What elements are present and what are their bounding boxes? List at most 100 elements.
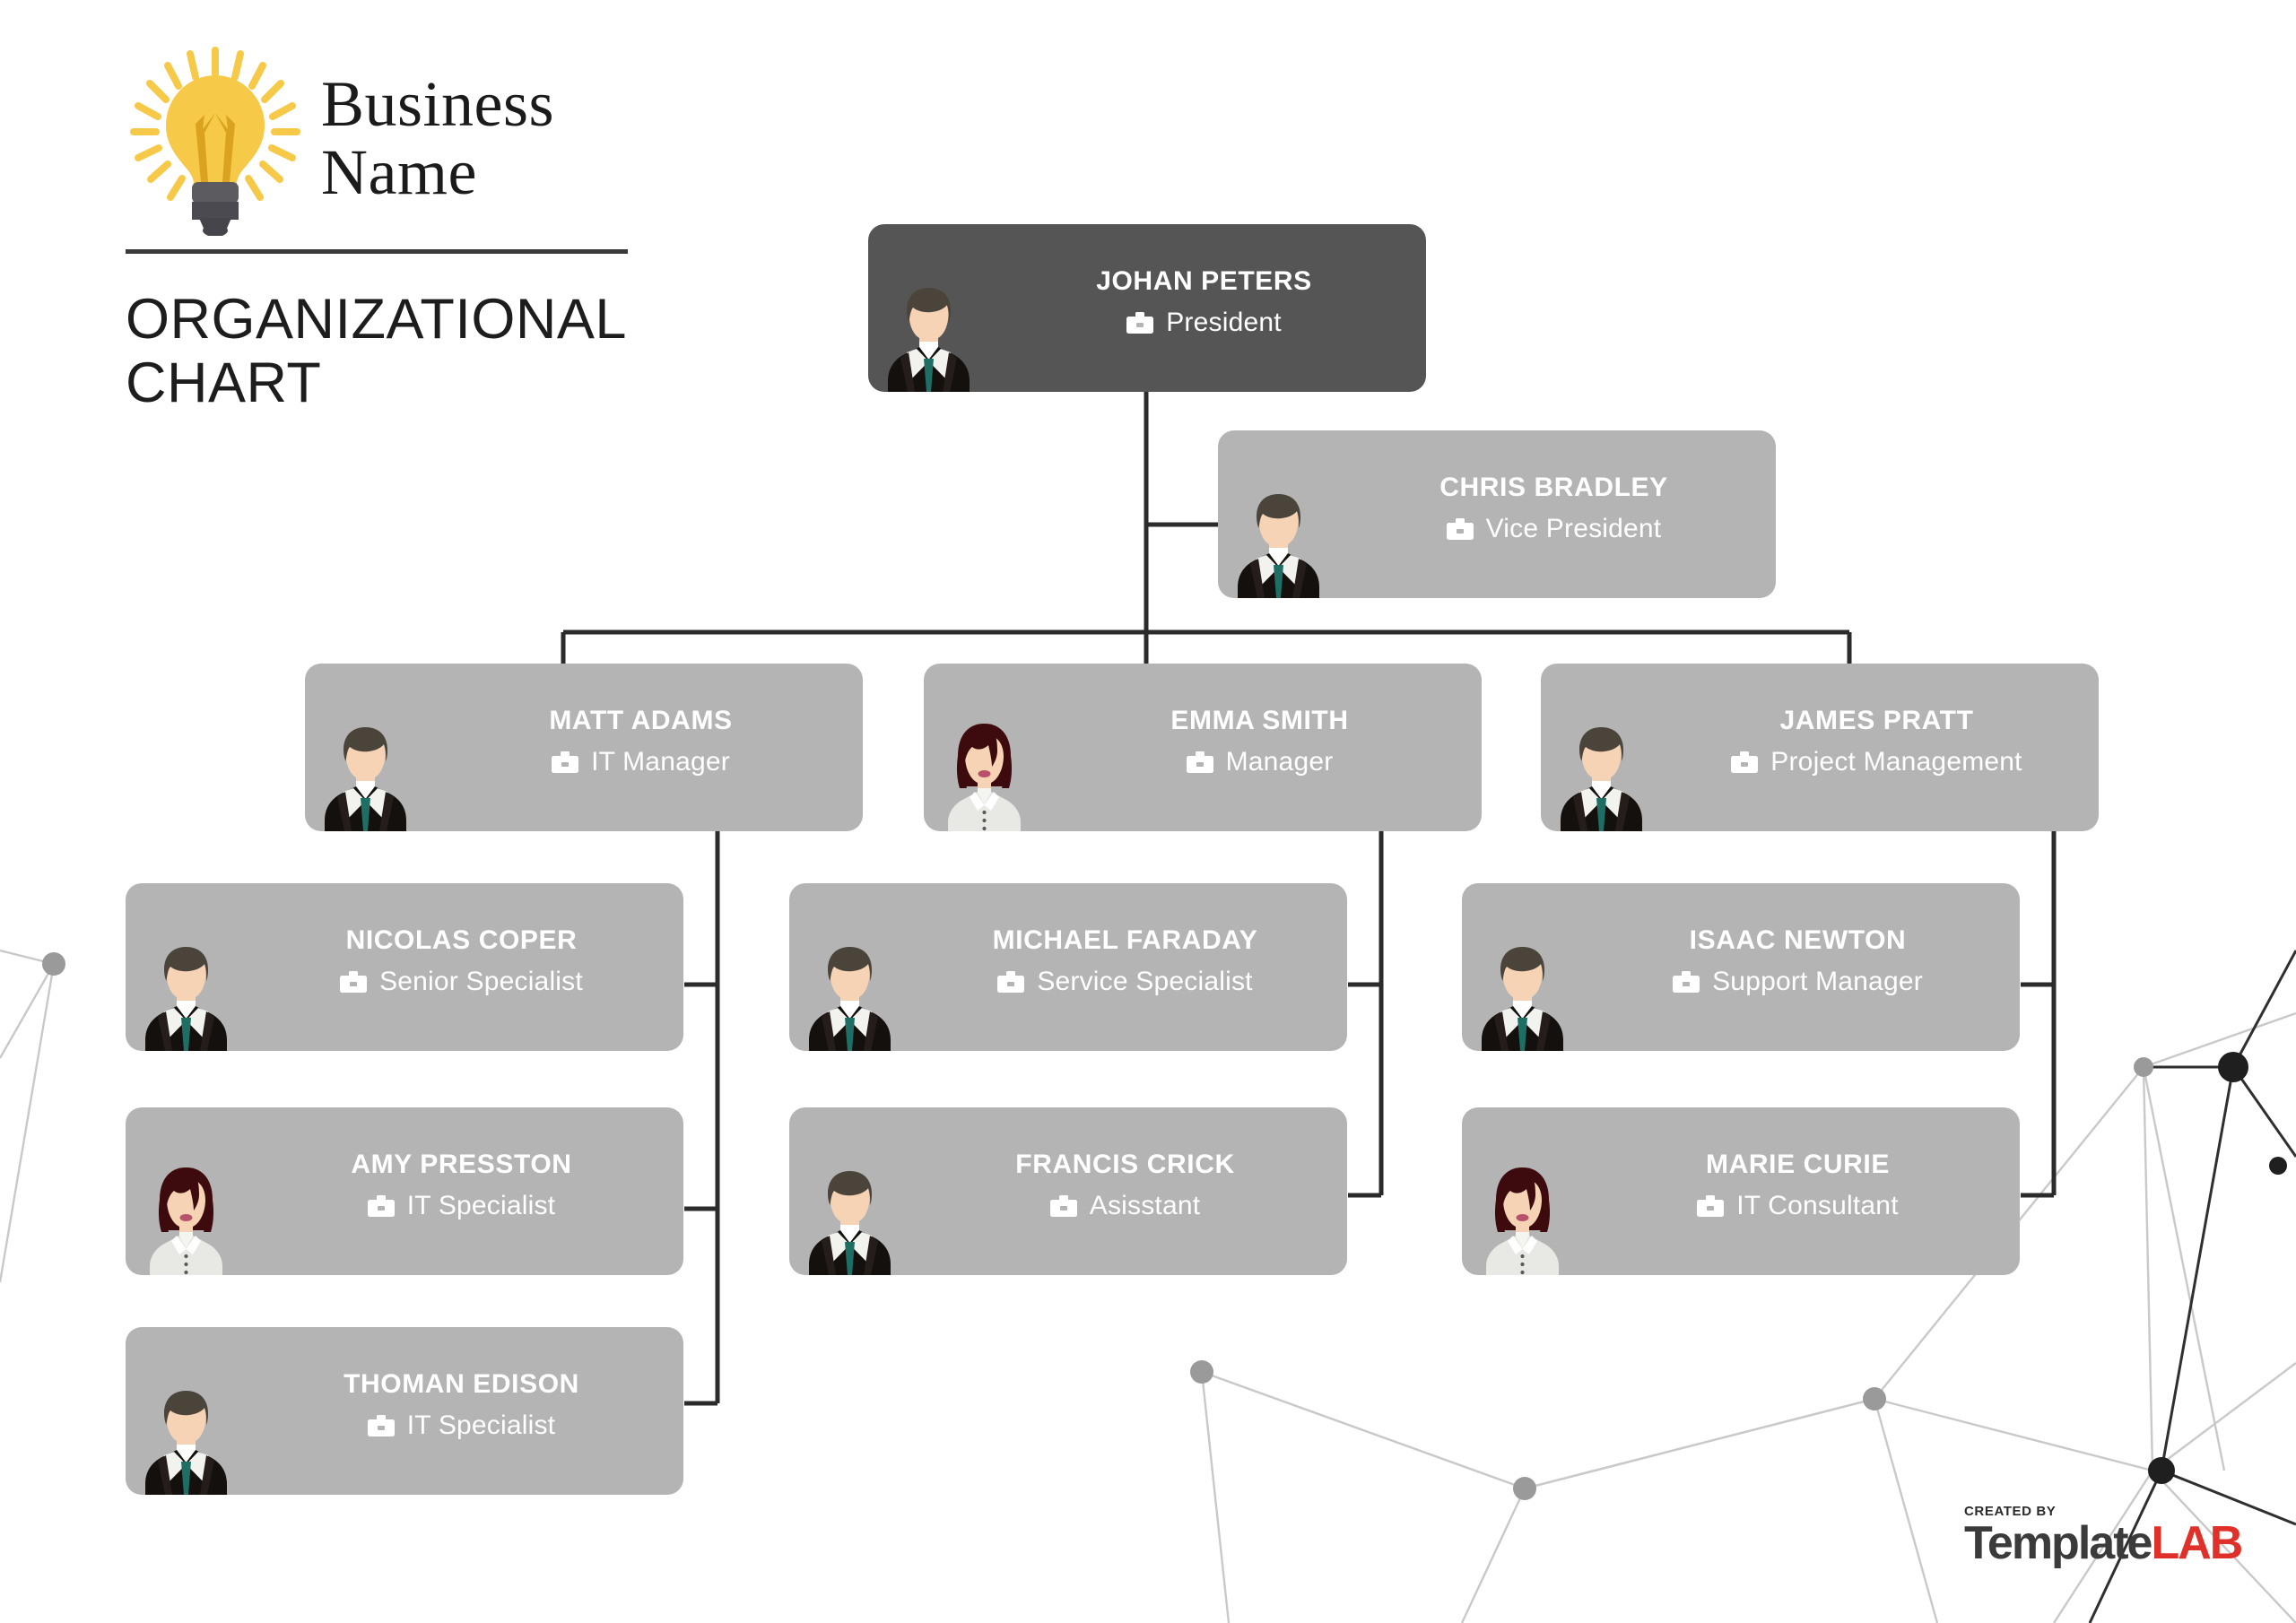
- avatar-male: [1462, 883, 1583, 1051]
- briefcase-icon: [1446, 517, 1474, 540]
- avatar-female-icon: [948, 724, 1021, 831]
- org-node-content: EMMA SMITH Manager: [1045, 664, 1482, 831]
- page-title-line-1: ORGANIZATIONAL: [126, 288, 627, 351]
- briefcase-icon: [1673, 970, 1700, 993]
- lightbulb-icon: [130, 46, 300, 236]
- employee-role-row: Support Manager: [1673, 967, 1923, 997]
- briefcase-icon: [1697, 1194, 1725, 1217]
- page-header: Business Name ORGANIZATIONAL CHART: [126, 36, 700, 414]
- avatar-male-icon: [888, 288, 970, 392]
- employee-role: Vice President: [1485, 513, 1662, 543]
- avatar-male-icon: [1561, 727, 1642, 831]
- employee-role-row: Vice President: [1446, 513, 1662, 544]
- briefcase-icon: [367, 1414, 395, 1436]
- employee-role-row: President: [1126, 308, 1282, 338]
- org-node-james-pratt[interactable]: JAMES PRATT Project Management: [1541, 664, 2099, 831]
- templatelab-lab-word: LAB: [2151, 1517, 2243, 1569]
- org-node-content: THOMAN EDISON IT Specialist: [247, 1327, 683, 1495]
- templatelab-wordmark: TemplateLAB: [1964, 1517, 2243, 1569]
- org-node-content: MATT ADAMS IT Manager: [426, 664, 863, 831]
- org-node-amy-presston[interactable]: AMY PRESSTON IT Specialist: [126, 1107, 683, 1275]
- org-node-chris-bradley[interactable]: CHRIS BRADLEY Vice President: [1218, 430, 1776, 598]
- employee-name: EMMA SMITH: [1170, 705, 1349, 735]
- employee-name: FRANCIS CRICK: [1015, 1149, 1235, 1179]
- header-divider: [126, 249, 628, 254]
- org-node-thoman-edison[interactable]: THOMAN EDISON IT Specialist: [126, 1327, 683, 1495]
- employee-role: IT Specialist: [406, 1410, 556, 1440]
- avatar-male-icon: [145, 1391, 227, 1495]
- employee-role: Service Specialist: [1037, 966, 1253, 996]
- employee-role-row: Project Management: [1731, 747, 2022, 777]
- org-node-content: JOHAN PETERS President: [989, 224, 1426, 392]
- brand-logo: Business Name: [126, 36, 700, 242]
- templatelab-template-word: Template: [1964, 1517, 2152, 1569]
- employee-name: CHRIS BRADLEY: [1439, 472, 1668, 502]
- employee-role-row: IT Consultant: [1697, 1190, 1899, 1221]
- briefcase-icon: [1731, 751, 1759, 773]
- briefcase-icon: [1186, 751, 1213, 773]
- avatar-male-icon: [325, 727, 406, 831]
- avatar-female-icon: [150, 1167, 222, 1275]
- employee-role: Project Management: [1770, 746, 2022, 777]
- avatar-male-icon: [145, 947, 227, 1051]
- org-node-johan-peters[interactable]: JOHAN PETERS President: [868, 224, 1426, 392]
- avatar-male: [126, 883, 247, 1051]
- org-node-content: ISAAC NEWTON Support Manager: [1583, 883, 2020, 1051]
- employee-role: IT Specialist: [406, 1190, 556, 1220]
- briefcase-icon: [1049, 1194, 1077, 1217]
- templatelab-badge: CREATED BY TemplateLAB: [1964, 1504, 2243, 1569]
- briefcase-icon: [552, 751, 579, 773]
- page-title: ORGANIZATIONAL CHART: [126, 288, 700, 414]
- employee-role-row: IT Specialist: [367, 1410, 556, 1441]
- employee-role: Manager: [1225, 746, 1334, 777]
- org-node-nicolas-coper[interactable]: NICOLAS COPER Senior Specialist: [126, 883, 683, 1051]
- avatar-female: [126, 1107, 247, 1275]
- org-node-michael-faraday[interactable]: MICHAEL FARADAY Service Specialist: [789, 883, 1347, 1051]
- employee-name: MATT ADAMS: [549, 705, 733, 735]
- org-node-content: FRANCIS CRICK Asisstant: [910, 1107, 1347, 1275]
- avatar-female: [1462, 1107, 1583, 1275]
- briefcase-icon: [1126, 311, 1154, 334]
- employee-name: NICOLAS COPER: [345, 924, 578, 955]
- employee-role-row: Service Specialist: [997, 967, 1252, 997]
- avatar-male: [789, 1107, 910, 1275]
- org-node-matt-adams[interactable]: MATT ADAMS IT Manager: [305, 664, 863, 831]
- employee-role: IT Consultant: [1736, 1190, 1899, 1220]
- employee-role: Asisstant: [1089, 1190, 1201, 1220]
- employee-name: AMY PRESSTON: [351, 1149, 572, 1179]
- employee-role: IT Manager: [591, 746, 730, 777]
- employee-name: THOMAN EDISON: [344, 1368, 579, 1399]
- employee-role-row: Asisstant: [1049, 1190, 1201, 1221]
- employee-name: MICHAEL FARADAY: [992, 924, 1258, 955]
- avatar-male-icon: [1238, 494, 1319, 598]
- avatar-male: [1218, 430, 1339, 598]
- employee-role-row: Manager: [1186, 746, 1334, 777]
- brand-line-1: Business: [321, 68, 555, 141]
- org-node-isaac-newton[interactable]: ISAAC NEWTON Support Manager: [1462, 883, 2020, 1051]
- org-node-content: MARIE CURIE IT Consultant: [1583, 1107, 2020, 1275]
- org-node-content: AMY PRESSTON IT Specialist: [247, 1107, 683, 1275]
- employee-role-row: Senior Specialist: [340, 967, 583, 997]
- avatar-female-icon: [1486, 1167, 1559, 1275]
- page-title-line-2: CHART: [126, 351, 322, 414]
- briefcase-icon: [340, 970, 368, 993]
- employee-name: ISAAC NEWTON: [1689, 924, 1907, 955]
- avatar-male: [126, 1327, 247, 1495]
- org-node-content: NICOLAS COPER Senior Specialist: [247, 883, 683, 1051]
- avatar-male: [305, 664, 426, 831]
- employee-role: Senior Specialist: [379, 966, 583, 996]
- employee-role-row: IT Specialist: [367, 1190, 556, 1221]
- org-node-francis-crick[interactable]: FRANCIS CRICK Asisstant: [789, 1107, 1347, 1275]
- employee-name: JAMES PRATT: [1779, 705, 1974, 735]
- org-node-emma-smith[interactable]: EMMA SMITH Manager: [924, 664, 1482, 831]
- avatar-male: [1541, 664, 1662, 831]
- briefcase-icon: [367, 1194, 395, 1217]
- employee-name: MARIE CURIE: [1706, 1149, 1890, 1179]
- employee-role-row: IT Manager: [552, 747, 730, 777]
- employee-name: JOHAN PETERS: [1096, 265, 1312, 296]
- avatar-female: [924, 664, 1045, 831]
- org-node-content: MICHAEL FARADAY Service Specialist: [910, 883, 1347, 1051]
- org-node-marie-curie[interactable]: MARIE CURIE IT Consultant: [1462, 1107, 2020, 1275]
- avatar-male-icon: [1482, 947, 1563, 1051]
- created-by-label: CREATED BY: [1964, 1504, 2057, 1519]
